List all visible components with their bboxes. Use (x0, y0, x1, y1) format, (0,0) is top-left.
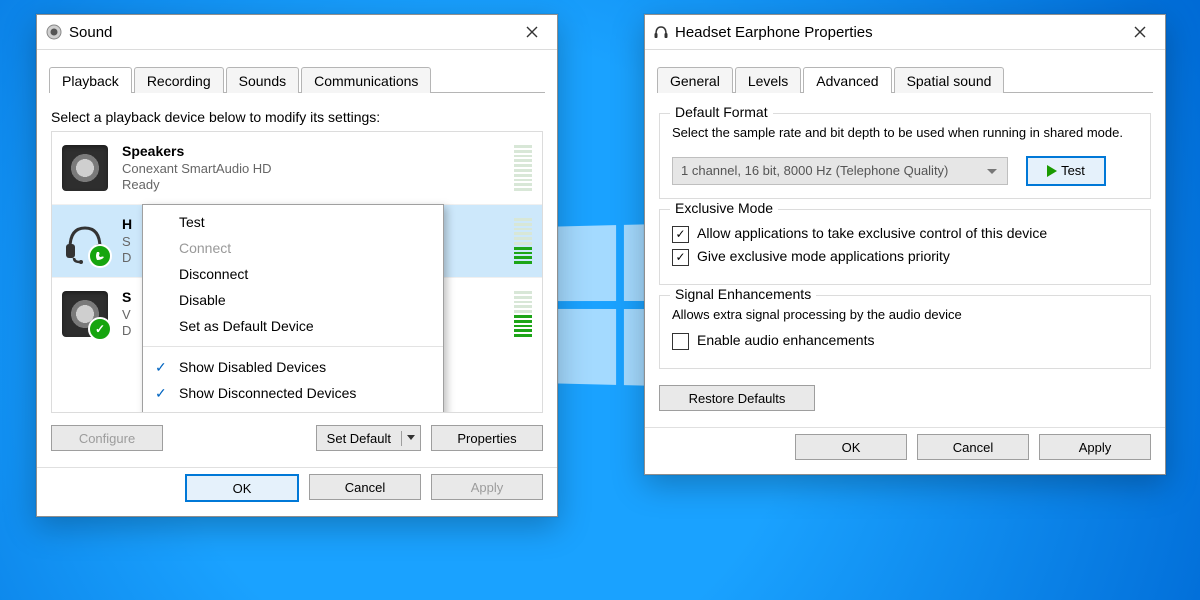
tab-levels[interactable]: Levels (735, 67, 801, 93)
ctx-disable[interactable]: Disable (143, 287, 443, 313)
headset-device-icon (62, 218, 108, 264)
tab-communications[interactable]: Communications (301, 67, 431, 93)
ok-button[interactable]: OK (185, 474, 299, 502)
tab-sounds[interactable]: Sounds (226, 67, 299, 93)
format-dropdown[interactable]: 1 channel, 16 bit, 8000 Hz (Telephone Qu… (672, 157, 1008, 185)
checkbox-label: Enable audio enhancements (697, 332, 874, 348)
exclusive-priority-checkbox[interactable]: ✓ Give exclusive mode applications prior… (672, 249, 1138, 266)
signal-desc: Allows extra signal processing by the au… (672, 306, 1138, 324)
set-default-label: Set Default (317, 431, 402, 446)
instruction-text: Select a playback device below to modify… (51, 109, 543, 125)
speaker-device-icon (62, 145, 108, 191)
default-format-desc: Select the sample rate and bit depth to … (672, 124, 1138, 142)
restore-defaults-button[interactable]: Restore Defaults (659, 385, 815, 411)
device-list: Speakers Conexant SmartAudio HD Ready (51, 131, 543, 413)
close-button[interactable] (1123, 17, 1157, 47)
titlebar: Sound (37, 15, 557, 50)
window-title: Headset Earphone Properties (675, 24, 873, 41)
tab-general[interactable]: General (657, 67, 733, 93)
ctx-test[interactable]: Test (143, 209, 443, 235)
tabstrip: Playback Recording Sounds Communications (49, 62, 545, 93)
ctx-set-default[interactable]: Set as Default Device (143, 313, 443, 339)
window-title: Sound (69, 24, 112, 41)
tab-recording[interactable]: Recording (134, 67, 224, 93)
properties-window: Headset Earphone Properties General Leve… (644, 14, 1166, 475)
checkbox-icon: ✓ (672, 249, 689, 266)
enable-enhancements-checkbox[interactable]: Enable audio enhancements (672, 333, 1138, 350)
play-icon (1047, 165, 1057, 177)
checkbox-icon (672, 333, 689, 350)
ok-button[interactable]: OK (795, 434, 907, 460)
chevron-down-icon[interactable] (402, 435, 420, 441)
device-driver: Conexant SmartAudio HD (122, 161, 272, 177)
ctx-connect: Connect (143, 235, 443, 261)
ctx-disconnect[interactable]: Disconnect (143, 261, 443, 287)
device-driver: V (122, 307, 131, 323)
device-row-speakers[interactable]: Speakers Conexant SmartAudio HD Ready (52, 132, 542, 204)
exclusive-mode-group: Exclusive Mode ✓ Allow applications to t… (659, 209, 1151, 285)
ctx-show-disconnected[interactable]: Show Disconnected Devices (143, 380, 443, 406)
device-name: Speakers (122, 143, 272, 161)
allow-exclusive-checkbox[interactable]: ✓ Allow applications to take exclusive c… (672, 226, 1138, 243)
sound-window: Sound Playback Recording Sounds Communic… (36, 14, 558, 517)
cancel-button[interactable]: Cancel (917, 434, 1029, 460)
ctx-show-disabled[interactable]: Show Disabled Devices (143, 354, 443, 380)
speaker-device-icon: ✓ (62, 291, 108, 337)
level-meter (514, 291, 532, 337)
tab-playback[interactable]: Playback (49, 67, 132, 93)
cancel-button[interactable]: Cancel (309, 474, 421, 500)
comm-default-badge (88, 244, 112, 268)
device-state: D (122, 323, 131, 339)
titlebar: Headset Earphone Properties (645, 15, 1165, 50)
tab-spatial[interactable]: Spatial sound (894, 67, 1005, 93)
tabstrip: General Levels Advanced Spatial sound (657, 62, 1153, 93)
checkbox-label: Give exclusive mode applications priorit… (697, 248, 950, 264)
set-default-split-button[interactable]: Set Default (316, 425, 421, 451)
ctx-separator (143, 346, 443, 347)
checkbox-label: Allow applications to take exclusive con… (697, 225, 1047, 241)
level-meter (514, 218, 532, 264)
device-name: S (122, 289, 131, 307)
apply-button: Apply (431, 474, 543, 500)
context-menu: Test Connect Disconnect Disable Set as D… (142, 204, 444, 413)
configure-button: Configure (51, 425, 163, 451)
level-meter (514, 145, 532, 191)
properties-button[interactable]: Properties (431, 425, 543, 451)
format-selected: 1 channel, 16 bit, 8000 Hz (Telephone Qu… (681, 163, 948, 178)
close-button[interactable] (515, 17, 549, 47)
test-label: Test (1061, 163, 1085, 178)
checkbox-icon: ✓ (672, 226, 689, 243)
device-driver: S (122, 234, 132, 250)
device-name: H (122, 216, 132, 234)
device-state: Ready (122, 177, 272, 193)
default-format-group: Default Format Select the sample rate an… (659, 113, 1151, 199)
device-state: D (122, 250, 132, 266)
signal-enhancements-group: Signal Enhancements Allows extra signal … (659, 295, 1151, 370)
apply-button[interactable]: Apply (1039, 434, 1151, 460)
group-legend: Exclusive Mode (670, 200, 778, 216)
headset-icon (653, 24, 669, 40)
default-badge: ✓ (88, 317, 112, 341)
group-legend: Default Format (670, 104, 773, 120)
speaker-icon (45, 23, 63, 41)
close-icon (526, 26, 538, 38)
test-button[interactable]: Test (1026, 156, 1106, 186)
close-icon (1134, 26, 1146, 38)
tab-advanced[interactable]: Advanced (803, 67, 891, 93)
group-legend: Signal Enhancements (670, 286, 816, 302)
